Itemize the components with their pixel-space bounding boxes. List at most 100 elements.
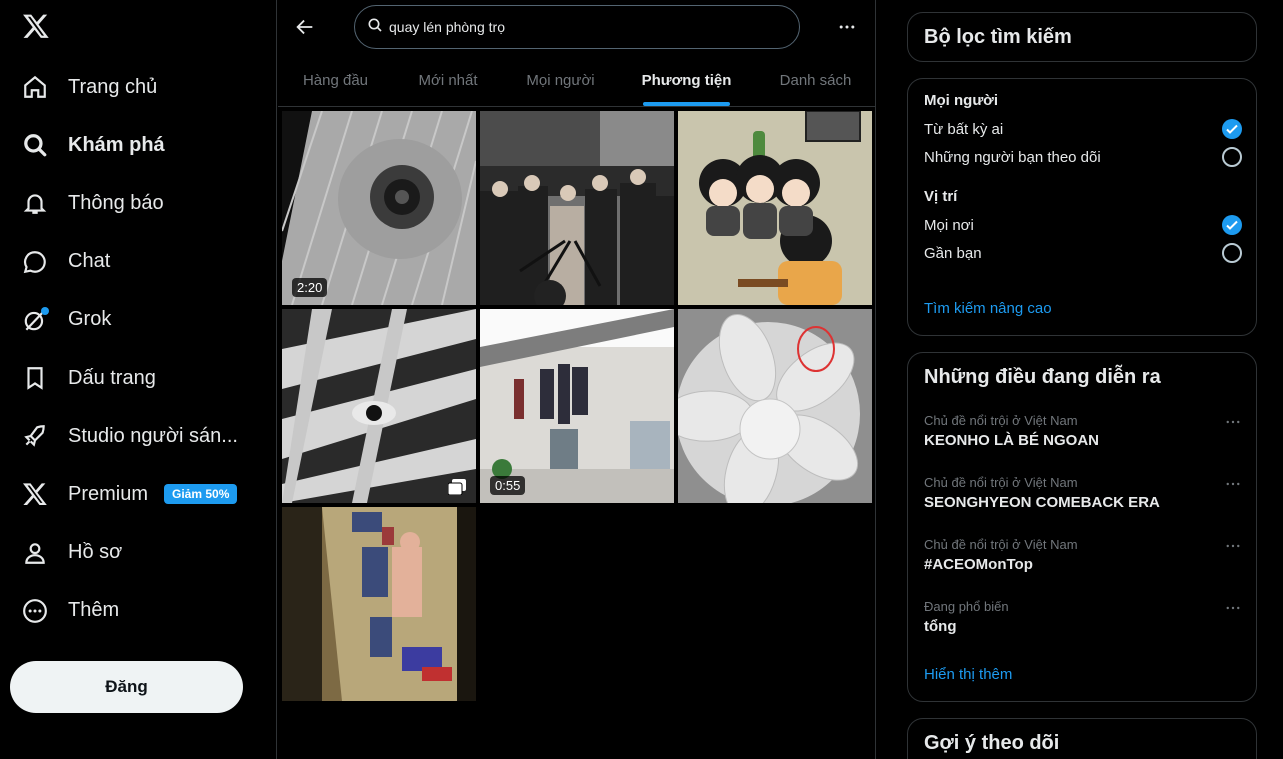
- more-options-icon[interactable]: [1224, 475, 1242, 493]
- video-duration-label: 2:20: [292, 278, 328, 297]
- people-filter-label: Mọi người: [924, 92, 999, 109]
- more-circle-icon: [22, 598, 48, 624]
- search-input[interactable]: [389, 19, 769, 35]
- trend-name: tổng: [924, 618, 957, 635]
- search-tabs: Hàng đầu Mới nhất Mọi người Phương tiện …: [278, 54, 876, 107]
- media-tile[interactable]: [678, 111, 872, 305]
- left-sidebar: Trang chủ Khám phá Thông báo Chat Grok D…: [0, 0, 277, 759]
- option-label: Mọi nơi: [924, 216, 974, 234]
- media-thumbnail: [282, 507, 476, 701]
- trend-item[interactable]: Chủ đề nổi trội ở Việt Nam KEONHO LÀ BÉ …: [924, 413, 1242, 449]
- tab-people[interactable]: Mọi người: [503, 54, 618, 107]
- trend-item[interactable]: Chủ đề nổi trội ở Việt Nam SEONGHYEON CO…: [924, 475, 1242, 511]
- media-tile[interactable]: [282, 309, 476, 503]
- media-tile[interactable]: [282, 507, 476, 701]
- tab-latest[interactable]: Mới nhất: [393, 54, 503, 107]
- more-options-icon[interactable]: [1224, 537, 1242, 555]
- option-label: Gần bạn: [924, 244, 982, 262]
- media-thumbnail: [678, 309, 872, 503]
- trend-name: #ACEOMonTop: [924, 556, 1033, 573]
- nav-item-more[interactable]: Thêm: [10, 582, 238, 640]
- filter-option-near-you[interactable]: Gần bạn: [924, 241, 1242, 265]
- show-more-link[interactable]: Hiển thị thêm: [924, 666, 1012, 683]
- trends-title: Những điều đang diễn ra: [924, 366, 1161, 388]
- media-tile[interactable]: 2:20: [282, 111, 476, 305]
- more-options-icon[interactable]: [1224, 599, 1242, 617]
- option-label: Những người bạn theo dõi: [924, 148, 1101, 166]
- nav-label-notifications: Thông báo: [68, 191, 164, 214]
- radio-checked-icon[interactable]: [1222, 215, 1242, 235]
- main-column: Hàng đầu Mới nhất Mọi người Phương tiện …: [278, 0, 876, 759]
- radio-checked-icon[interactable]: [1222, 119, 1242, 139]
- trend-context: Đang phổ biến: [924, 599, 1009, 614]
- filter-option-anywhere[interactable]: Mọi nơi: [924, 213, 1242, 237]
- location-filter-label: Vị trí: [924, 188, 958, 205]
- nav-label-chat: Chat: [68, 250, 111, 273]
- bookmark-icon: [22, 365, 48, 391]
- x-logo-icon[interactable]: [22, 12, 50, 40]
- advanced-search-link[interactable]: Tìm kiếm nâng cao: [924, 300, 1052, 317]
- trend-context: Chủ đề nổi trội ở Việt Nam: [924, 475, 1078, 490]
- media-tile[interactable]: 0:55: [480, 309, 674, 503]
- filter-title: Bộ lọc tìm kiếm: [924, 26, 1072, 48]
- search-icon: [22, 132, 48, 158]
- app-root: Trang chủ Khám phá Thông báo Chat Grok D…: [0, 0, 1283, 759]
- filter-option-anyone[interactable]: Từ bất kỳ ai: [924, 117, 1242, 141]
- person-icon: [22, 540, 48, 566]
- more-options-icon[interactable]: [1224, 413, 1242, 431]
- tab-lists[interactable]: Danh sách: [755, 54, 876, 107]
- trend-item[interactable]: Đang phổ biến tổng: [924, 599, 1242, 635]
- who-to-follow-panel: Gợi ý theo dõi: [907, 718, 1257, 759]
- search-filter-panel: Mọi người Từ bất kỳ ai Những người bạn t…: [907, 78, 1257, 336]
- bell-icon: [22, 190, 48, 216]
- nav-item-grok[interactable]: Grok: [10, 291, 238, 349]
- media-tile[interactable]: [678, 309, 872, 503]
- back-arrow-icon[interactable]: [294, 16, 316, 38]
- trend-name: KEONHO LÀ BÉ NGOAN: [924, 432, 1100, 449]
- nav-item-bookmarks[interactable]: Dấu trang: [10, 349, 238, 407]
- rocket-icon: [22, 423, 48, 449]
- nav-label-explore: Khám phá: [68, 133, 165, 156]
- media-thumbnail: [480, 111, 674, 305]
- nav-label-profile: Hồ sơ: [68, 541, 123, 564]
- grok-icon: [22, 306, 49, 333]
- nav-item-notifications[interactable]: Thông báo: [10, 174, 238, 232]
- more-options-icon[interactable]: [834, 14, 860, 40]
- nav-item-profile[interactable]: Hồ sơ: [10, 524, 238, 582]
- video-duration-label: 0:55: [490, 476, 526, 495]
- media-thumbnail: [480, 309, 674, 503]
- search-icon: [367, 17, 383, 38]
- notification-dot: [41, 306, 49, 315]
- media-thumbnail: [282, 111, 476, 305]
- filter-option-following[interactable]: Những người bạn theo dõi: [924, 145, 1242, 169]
- nav-label-premium: Premium: [68, 482, 149, 505]
- main-nav: Trang chủ Khám phá Thông báo Chat Grok D…: [10, 58, 238, 640]
- chat-bubble-icon: [22, 249, 48, 275]
- nav-label-creator-studio: Studio người sán...: [68, 424, 238, 447]
- home-icon: [22, 74, 48, 100]
- nav-label-home: Trang chủ: [68, 75, 158, 98]
- nav-item-creator-studio[interactable]: Studio người sán...: [10, 407, 238, 465]
- nav-label-more: Thêm: [68, 599, 120, 622]
- radio-unchecked-icon[interactable]: [1222, 243, 1242, 263]
- who-to-follow-title: Gợi ý theo dõi: [924, 732, 1060, 754]
- post-button[interactable]: Đăng: [10, 661, 243, 713]
- media-tile[interactable]: [480, 111, 674, 305]
- search-filter-header: Bộ lọc tìm kiếm: [907, 12, 1257, 62]
- option-label: Từ bất kỳ ai: [924, 120, 1004, 138]
- search-bar[interactable]: [354, 5, 800, 49]
- discount-badge: Giảm 50%: [164, 484, 238, 505]
- nav-item-chat[interactable]: Chat: [10, 233, 238, 291]
- media-thumbnail: [678, 111, 872, 305]
- gallery-icon: [447, 479, 466, 496]
- trend-context: Chủ đề nổi trội ở Việt Nam: [924, 537, 1078, 552]
- tab-media[interactable]: Phương tiện: [618, 54, 755, 107]
- tab-top[interactable]: Hàng đầu: [278, 54, 393, 107]
- nav-item-premium[interactable]: Premium Giảm 50%: [10, 465, 238, 523]
- trends-panel: Những điều đang diễn ra Chủ đề nổi trội …: [907, 352, 1257, 702]
- radio-unchecked-icon[interactable]: [1222, 147, 1242, 167]
- trend-item[interactable]: Chủ đề nổi trội ở Việt Nam #ACEOMonTop: [924, 537, 1242, 573]
- nav-item-explore[interactable]: Khám phá: [10, 116, 238, 174]
- nav-item-home[interactable]: Trang chủ: [10, 58, 238, 116]
- trend-context: Chủ đề nổi trội ở Việt Nam: [924, 413, 1078, 428]
